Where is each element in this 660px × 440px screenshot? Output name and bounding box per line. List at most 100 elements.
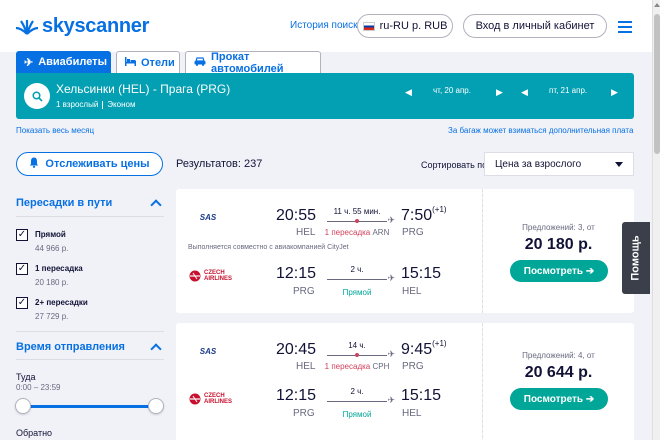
filter-two-plus-price: 27 729 р. [35, 312, 69, 321]
return-date[interactable]: пт, 21 апр. [549, 86, 587, 95]
departure-time: 20:45 [276, 341, 317, 358]
plane-icon: ✈ [387, 215, 395, 225]
arrival-time: 15:15 [401, 265, 442, 282]
stops-count: 1 пересадка [324, 228, 371, 237]
skyscanner-sunrise-icon [16, 19, 38, 35]
czech-airlines-logo: CZECH AIRLINES [188, 269, 232, 283]
outbound-time-slider-track[interactable] [22, 405, 156, 408]
filter-stops-title[interactable]: Пересадки в пути [16, 197, 112, 209]
departure-airport: HEL [296, 227, 316, 238]
search-route: Хельсинки (HEL) - Прага (PRG) [56, 82, 231, 96]
sas-logo-text: SAS [200, 213, 217, 222]
sas-airline-logo: SAS [196, 210, 220, 224]
outbound-date[interactable]: чт, 20 апр. [433, 86, 471, 95]
filter-direct-label: Прямой [35, 230, 66, 239]
results-count: Результатов: 237 [176, 158, 263, 170]
scroll-up-icon[interactable] [654, 3, 660, 7]
filter-one-stop-price: 20 180 р. [35, 278, 69, 287]
search-summary-bar[interactable]: Хельсинки (HEL) - Прага (PRG) 1 взрослый… [16, 73, 634, 119]
checkbox-direct[interactable]: ✓ [16, 229, 28, 241]
bell-icon [29, 157, 39, 171]
help-tab[interactable]: Помощь [622, 222, 650, 294]
sort-value: Цена за взрослого [495, 158, 582, 170]
baggage-fee-link[interactable]: За багаж может взиматься дополнительная … [448, 126, 633, 135]
departure-time: 12:15 [276, 387, 317, 404]
flight-path-line: ✈ [327, 395, 395, 405]
brand-name: skyscanner [42, 15, 150, 37]
czech-airlines-logo: CZECH AIRLINES [188, 392, 232, 406]
outbound-time-range: 0:00 – 23:59 [16, 383, 61, 392]
skyscanner-logo[interactable]: skyscanner [16, 15, 149, 38]
arrival-time: 9:45(+1) [401, 339, 447, 359]
page-scrollbar[interactable] [652, 0, 660, 440]
flight-duration: 11 ч. 55 мин. [333, 207, 381, 216]
search-passengers: 1 взрослый Эконом [56, 100, 135, 109]
flight-path-line: ✈ [327, 273, 395, 283]
arrival-time: 15:15 [401, 387, 442, 404]
flight-path-line: ✈ [327, 215, 395, 225]
tab-hotels[interactable]: Отели [116, 51, 180, 73]
view-deal-button[interactable]: Посмотреть ➔ [510, 388, 608, 410]
arrival-airport: HEL [402, 408, 422, 419]
tab-flights[interactable]: ✈ Авиабилеты [16, 51, 111, 73]
hamburger-menu-icon[interactable] [618, 21, 632, 36]
offers-count: Предложений: 3, от [522, 223, 595, 232]
return-time-label: Обратно [16, 428, 53, 438]
filter-divider [16, 359, 164, 360]
codeshare-note: Выполняется совместно с авиакомпанией Ci… [188, 244, 349, 251]
stopover-airport: ARN [372, 228, 390, 237]
flight-duration: 2 ч. [350, 265, 364, 274]
top-header: skyscanner История поиска ru-RU р. RUB В… [0, 0, 660, 52]
arrival-time-value: 9:45 [401, 341, 433, 358]
plus-day: (+1) [432, 205, 447, 214]
stops-info: 1 пересадка CPH [317, 362, 397, 371]
sort-select[interactable]: Цена за взрослого [484, 152, 634, 176]
search-button[interactable] [24, 83, 50, 109]
arrival-airport: PRG [402, 227, 424, 238]
checkbox-one-stop[interactable]: ✓ [16, 263, 28, 275]
search-history-link[interactable]: История поиска [290, 20, 363, 31]
cabin-class: Эконом [107, 100, 136, 109]
view-deal-button[interactable]: Посмотреть ➔ [510, 260, 608, 282]
track-prices-button[interactable]: Отслеживать цены [16, 152, 163, 176]
return-date-prev-icon[interactable]: ◀ [521, 87, 528, 98]
czech-logo-line-2: AIRLINES [203, 276, 232, 282]
stop-dot [355, 219, 359, 223]
price: 20 180 р. [524, 236, 593, 253]
sort-label: Сортировать по [421, 160, 488, 170]
stops-info: 1 пересадка ARN [317, 228, 397, 237]
czech-logo-line-2: AIRLINES [203, 399, 232, 405]
checkbox-two-plus-stops[interactable]: ✓ [16, 297, 28, 309]
price: 20 644 р. [524, 364, 593, 381]
departure-time: 12:15 [276, 265, 317, 282]
flight-duration: 14 ч. [348, 341, 366, 350]
stopover-airport: CPH [372, 362, 390, 371]
arrival-time-value: 7:50 [401, 207, 433, 224]
return-date-next-icon[interactable]: ▶ [611, 87, 618, 98]
filter-divider [16, 216, 164, 217]
arrival-airport: HEL [402, 286, 422, 297]
czech-airlines-name: CZECH AIRLINES [204, 393, 232, 405]
locale-currency-button[interactable]: ru-RU р. RUB [357, 14, 453, 38]
filter-departure-title[interactable]: Время отправления [16, 341, 125, 353]
stop-dot [355, 353, 359, 357]
sas-logo-text: SAS [200, 347, 217, 356]
chevron-up-icon[interactable] [150, 199, 162, 211]
result-card[interactable]: SAS 20:45 HEL 14 ч. ✈ 1 пересадка CPH 9:… [176, 323, 634, 440]
chevron-up-icon[interactable] [150, 343, 162, 355]
outbound-date-next-icon[interactable]: ▶ [496, 87, 503, 98]
outbound-slider-max-handle[interactable] [148, 398, 164, 414]
login-button[interactable]: Вход в личный кабинет [463, 14, 607, 38]
tab-car-rental[interactable]: Прокат автомобилей [185, 51, 321, 75]
scrollbar-thumb[interactable] [654, 14, 660, 154]
plane-icon: ✈ [387, 273, 395, 283]
car-icon [194, 56, 206, 69]
search-icon [31, 90, 43, 102]
outbound-slider-min-handle[interactable] [15, 398, 31, 414]
departure-airport: HEL [296, 361, 316, 372]
result-card[interactable]: SAS 20:55 HEL 11 ч. 55 мин. ✈ 1 пересадк… [176, 189, 634, 313]
departure-airport: PRG [293, 408, 315, 419]
czech-airlines-name: CZECH AIRLINES [204, 270, 232, 282]
outbound-date-prev-icon[interactable]: ◀ [405, 87, 412, 98]
show-whole-month-link[interactable]: Показать весь месяц [16, 126, 94, 135]
